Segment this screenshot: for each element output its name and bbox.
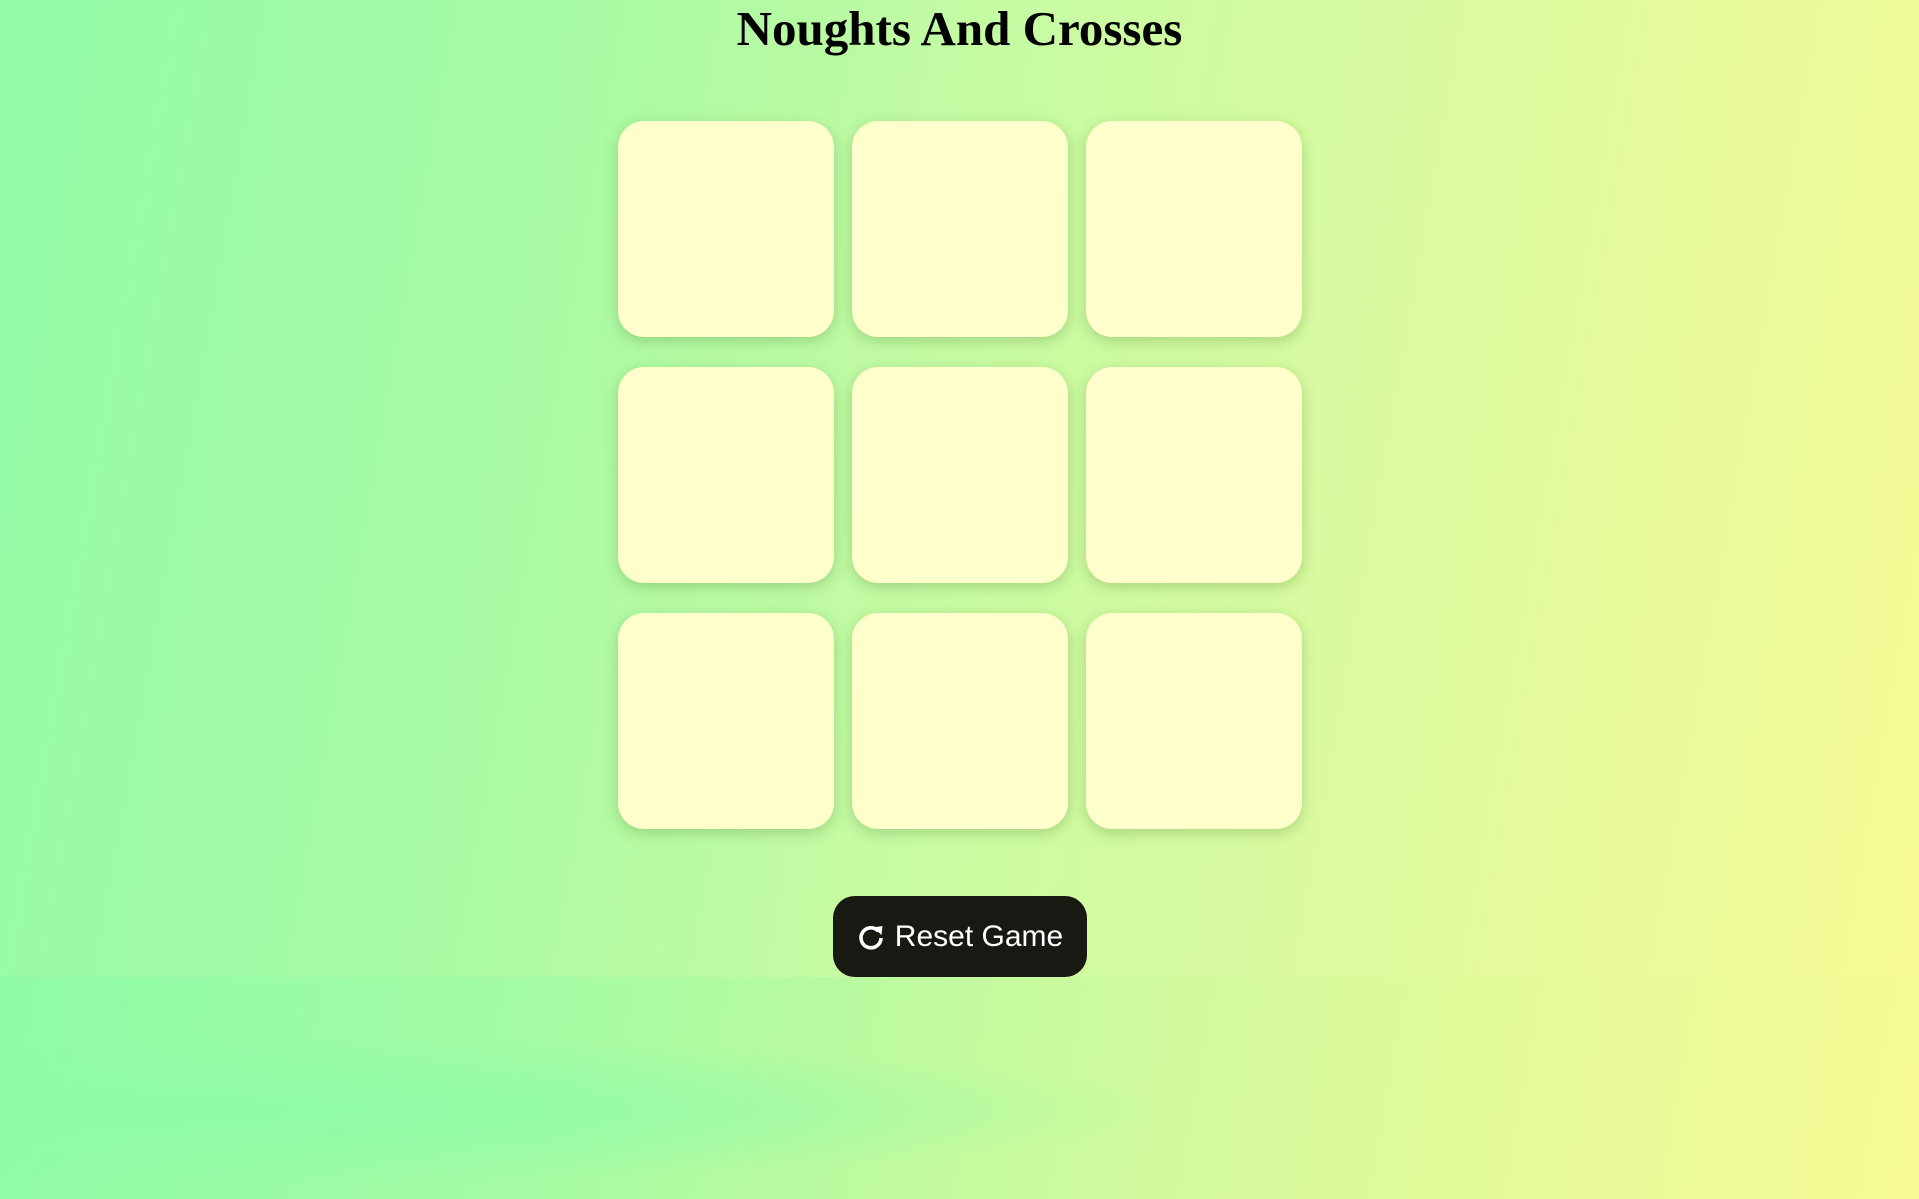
rotate-right-icon (859, 925, 883, 950)
reset-game-button[interactable]: Reset Game (833, 896, 1087, 977)
board-cell-5[interactable] (852, 367, 1068, 583)
board-cell-7[interactable] (618, 613, 834, 829)
page-background (0, 977, 1919, 1199)
game-board (618, 121, 1302, 829)
board-cell-2[interactable] (852, 121, 1068, 337)
board-cell-3[interactable] (1086, 121, 1302, 337)
board-cell-8[interactable] (852, 613, 1068, 829)
board-cell-4[interactable] (618, 367, 834, 583)
page-title: Noughts And Crosses (736, 1, 1183, 56)
reset-game-label: Reset Game (894, 919, 1064, 953)
board-cell-9[interactable] (1086, 613, 1302, 829)
board-cell-6[interactable] (1086, 367, 1302, 583)
board-cell-1[interactable] (618, 121, 834, 337)
